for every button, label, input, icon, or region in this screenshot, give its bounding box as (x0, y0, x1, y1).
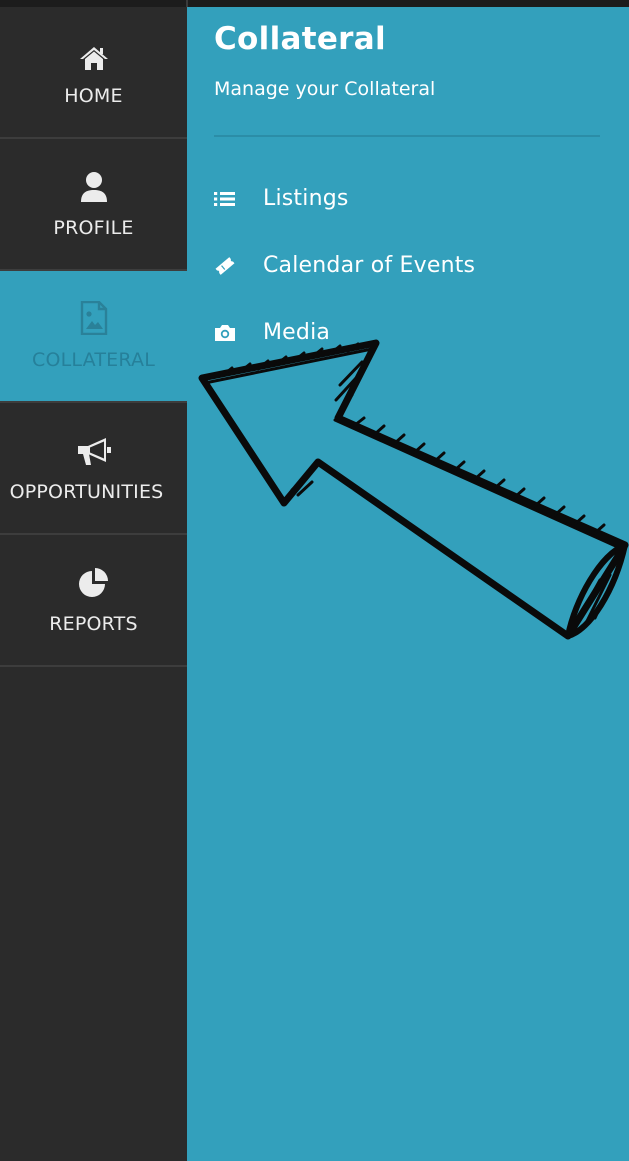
hand-drawn-arrow-annotation (198, 339, 629, 640)
